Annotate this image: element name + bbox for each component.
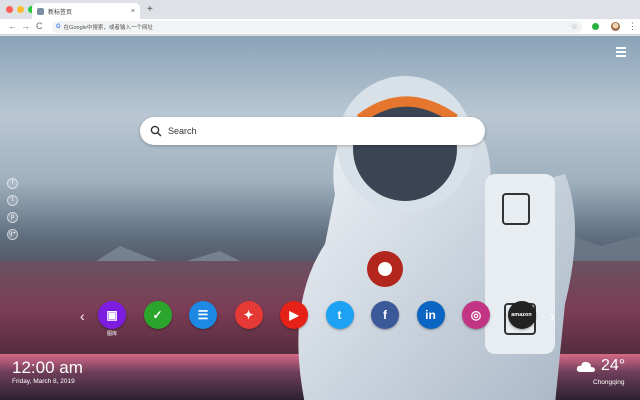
tab-close-icon[interactable]: × xyxy=(131,8,135,15)
minimize-window-button[interactable] xyxy=(17,6,24,13)
shortcuts-prev-icon[interactable]: ‹ xyxy=(80,308,85,324)
twitter-icon: t xyxy=(325,301,354,329)
instagram-icon: ◎ xyxy=(462,301,490,329)
games-icon: ✦ xyxy=(234,301,263,329)
gallery-icon: ▣ xyxy=(98,301,126,329)
clock-date: Friday, March 8, 2019 xyxy=(12,378,75,385)
shortcuts-next-icon[interactable]: › xyxy=(550,308,555,324)
pinterest-share-icon[interactable]: p xyxy=(7,212,18,223)
shortcut-news[interactable]: ☰ xyxy=(187,301,219,341)
shortcut-amazon[interactable]: amazon xyxy=(506,301,538,341)
back-button[interactable]: ← xyxy=(8,21,17,32)
shortcut-gallery[interactable]: ▣ 图库 xyxy=(96,301,128,341)
shortcut-instagram[interactable]: ◎ xyxy=(460,301,492,341)
linkedin-icon: in xyxy=(416,301,445,329)
browser-menu-icon[interactable]: ⋮ xyxy=(628,20,637,32)
settings-menu-icon[interactable] xyxy=(616,47,626,59)
googleplus-share-icon[interactable]: g+ xyxy=(7,229,18,240)
astronaut-illustration xyxy=(298,76,575,400)
clock-time: 12:00 am xyxy=(12,358,83,377)
search-box[interactable] xyxy=(140,117,485,145)
notes-icon: ✓ xyxy=(143,301,172,329)
weather-temperature: 24° xyxy=(601,357,626,374)
shortcut-facebook[interactable]: f xyxy=(369,301,401,341)
twitter-share-icon[interactable]: t xyxy=(7,195,18,206)
google-icon: G xyxy=(56,24,61,30)
cloud-icon xyxy=(576,361,595,372)
close-window-button[interactable] xyxy=(6,6,13,13)
weather-city: Chongqing xyxy=(593,379,625,386)
tab-favicon-icon xyxy=(37,7,44,15)
facebook-share-icon[interactable]: f xyxy=(7,178,18,189)
browser-tab-bar: 新标签页 × + xyxy=(0,0,640,19)
bookmark-star-icon[interactable]: ☆ xyxy=(571,22,578,32)
new-tab-page: f t p g+ ‹ ▣图库✓☰✦▶tfin◎amazon › 12:00 am… xyxy=(0,36,640,400)
window-controls xyxy=(6,6,35,13)
search-input[interactable] xyxy=(168,126,468,136)
profile-avatar[interactable] xyxy=(611,22,620,31)
reload-button[interactable]: C xyxy=(36,21,43,32)
facebook-icon: f xyxy=(371,301,399,329)
address-bar-placeholder: 在Google中搜索，或者输入一个网址 xyxy=(63,25,153,31)
search-icon xyxy=(150,125,162,137)
shortcut-linkedin[interactable]: in xyxy=(415,301,447,341)
new-tab-button[interactable]: + xyxy=(147,4,153,15)
tab-new-tab[interactable]: 新标签页 × xyxy=(32,3,140,19)
social-share-bar: f t p g+ xyxy=(7,178,18,240)
browser-toolbar: ← → C G 在Google中搜索，或者输入一个网址 ☆ ⋮ xyxy=(0,19,640,35)
amazon-icon: amazon xyxy=(507,301,536,329)
shortcuts-bar: ‹ ▣ 图库 ✓ ☰ ✦ ▶ t f in ◎ amazon › xyxy=(80,298,560,346)
address-bar[interactable]: G 在Google中搜索，或者输入一个网址 ☆ xyxy=(52,21,582,33)
shortcut-notes[interactable]: ✓ xyxy=(142,301,174,341)
shortcut-twitter[interactable]: t xyxy=(324,301,356,341)
shortcut-youtube[interactable]: ▶ xyxy=(278,301,310,341)
youtube-icon: ▶ xyxy=(280,301,308,329)
extension-icon[interactable] xyxy=(592,23,599,30)
shortcut-label: 图库 xyxy=(106,331,117,337)
tab-title: 新标签页 xyxy=(48,9,73,16)
forward-button[interactable]: → xyxy=(21,21,30,32)
news-icon: ☰ xyxy=(189,301,217,329)
shortcut-games[interactable]: ✦ xyxy=(233,301,265,341)
